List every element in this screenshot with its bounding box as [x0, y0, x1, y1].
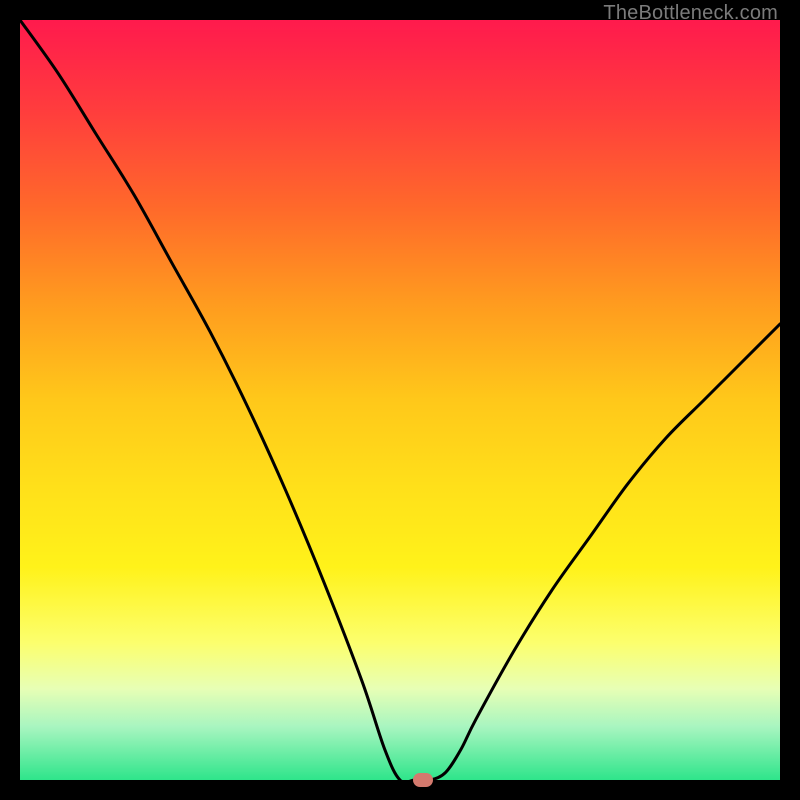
chart-container: TheBottleneck.com: [0, 0, 800, 800]
optimal-point-marker: [413, 773, 433, 787]
bottleneck-curve: [20, 20, 780, 780]
curve-layer: [20, 20, 780, 780]
